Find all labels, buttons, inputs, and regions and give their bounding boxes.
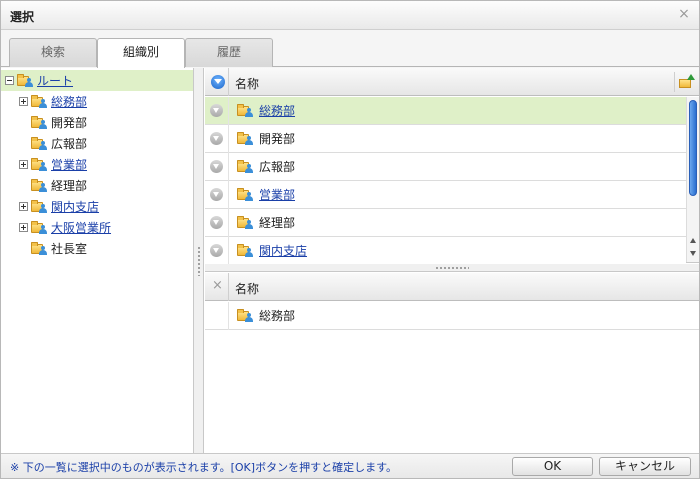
candidate-row-icon-cell — [205, 96, 229, 125]
add-down-icon[interactable] — [210, 244, 223, 257]
tree-item[interactable]: 開発部 — [1, 112, 193, 133]
scroll-thumb[interactable] — [689, 100, 697, 196]
candidate-scrollbar[interactable] — [686, 97, 699, 262]
selected-row[interactable]: 総務部 — [205, 301, 699, 330]
tree-item-label[interactable]: 大阪営業所 — [51, 219, 111, 236]
expand-icon[interactable] — [19, 223, 28, 232]
ok-button[interactable]: OK — [512, 457, 593, 476]
close-icon[interactable]: × — [677, 7, 691, 21]
candidate-row-icon-cell — [205, 124, 229, 153]
collapse-icon[interactable] — [5, 76, 14, 85]
org-folder-icon — [31, 241, 49, 256]
org-folder-icon — [237, 308, 255, 323]
add-down-icon[interactable] — [210, 160, 223, 173]
candidate-row-icon-cell — [205, 236, 229, 265]
org-folder-icon — [31, 115, 49, 130]
tree-item[interactable]: 大阪営業所 — [1, 217, 193, 238]
splitter-grip — [197, 246, 201, 276]
expand-icon[interactable] — [19, 97, 28, 106]
expand-icon[interactable] — [19, 160, 28, 169]
tree-item[interactable]: 社長室 — [1, 238, 193, 259]
org-folder-icon — [31, 136, 49, 151]
org-folder-icon — [31, 220, 49, 235]
tree-item[interactable]: ルート — [1, 70, 193, 91]
candidate-row[interactable]: 関内支店 — [205, 236, 686, 265]
candidate-row-label: 経理部 — [259, 216, 296, 230]
header-icon-cell — [205, 68, 229, 96]
org-folder-icon — [237, 159, 255, 174]
org-folder-icon — [237, 131, 255, 146]
candidate-row-label[interactable]: 総務部 — [259, 102, 295, 119]
add-down-icon[interactable] — [210, 104, 223, 117]
header-icon-cell: × — [205, 273, 229, 301]
candidate-row-icon-cell — [205, 180, 229, 209]
title-bar: 選択 × — [1, 1, 699, 30]
org-folder-icon — [237, 243, 255, 258]
tree-item-label: 広報部 — [51, 137, 88, 151]
scroll-down-icon[interactable] — [690, 251, 696, 256]
add-down-icon[interactable] — [210, 216, 223, 229]
vertical-splitter[interactable] — [194, 68, 204, 453]
candidate-row-label[interactable]: 関内支店 — [259, 242, 307, 259]
candidate-row-icon-cell — [205, 152, 229, 181]
candidate-row-label: 広報部 — [259, 160, 296, 174]
content-area: ルート 総務部 開発部 広報部 営業部 経理部 関内支店 大阪営業所 社長室 名称 総務部 開発部… — [1, 68, 699, 453]
footer: ※ 下の一覧に選択中のものが表示されます。[OK]ボタンを押すと確定します。 O… — [1, 453, 699, 478]
org-folder-icon — [237, 103, 255, 118]
tab-search[interactable]: 検索 — [9, 38, 97, 67]
tree-item-label[interactable]: 営業部 — [51, 156, 87, 173]
expand-icon[interactable] — [19, 202, 28, 211]
scroll-up-icon[interactable] — [690, 238, 696, 243]
selected-grid: × 名称 総務部 — [205, 273, 699, 453]
tree-item[interactable]: 総務部 — [1, 91, 193, 112]
dialog-title: 選択 — [10, 10, 35, 24]
footer-note: ※ 下の一覧に選択中のものが表示されます。[OK]ボタンを押すと確定します。 — [10, 461, 397, 474]
tree-item[interactable]: 関内支店 — [1, 196, 193, 217]
candidate-row[interactable]: 広報部 — [205, 152, 686, 181]
tree-item-label[interactable]: 総務部 — [51, 93, 87, 110]
tree-item-label[interactable]: ルート — [37, 72, 73, 89]
candidate-row[interactable]: 経理部 — [205, 208, 686, 237]
candidate-grid-header: 名称 — [205, 68, 699, 96]
selected-row-label: 総務部 — [259, 309, 296, 323]
tree-item-label: 経理部 — [51, 179, 88, 193]
org-folder-icon — [31, 94, 49, 109]
org-folder-icon — [237, 215, 255, 230]
tab-history[interactable]: 履歴 — [185, 38, 273, 67]
candidate-row[interactable]: 開発部 — [205, 124, 686, 153]
select-dialog: 選択 × 検索 組織別 履歴 ルート 総務部 開発部 広報部 営業部 経理部 関内支店 大阪営… — [0, 0, 700, 479]
selected-row-icon-cell — [205, 301, 229, 330]
cancel-button[interactable]: キャンセル — [599, 457, 691, 476]
candidate-row-label: 開発部 — [259, 132, 296, 146]
horizontal-splitter[interactable] — [205, 264, 699, 272]
tree-item[interactable]: 広報部 — [1, 133, 193, 154]
tree-item[interactable]: 営業部 — [1, 154, 193, 175]
candidate-row-icon-cell — [205, 208, 229, 237]
remove-all-icon[interactable]: × — [212, 279, 223, 292]
tree-item-label: 社長室 — [51, 242, 88, 256]
tab-organization[interactable]: 組織別 — [97, 38, 185, 68]
add-down-icon[interactable] — [210, 188, 223, 201]
org-folder-icon — [31, 178, 49, 193]
tree-item-label: 開発部 — [51, 116, 88, 130]
org-folder-icon — [31, 199, 49, 214]
tree-item-label[interactable]: 関内支店 — [51, 198, 99, 215]
org-folder-icon — [237, 187, 255, 202]
candidate-row[interactable]: 総務部 — [205, 96, 686, 125]
selected-header-name: 名称 — [235, 282, 260, 296]
candidate-grid: 名称 総務部開発部広報部営業部経理部関内支店 — [205, 68, 699, 265]
candidate-row-label[interactable]: 営業部 — [259, 186, 295, 203]
candidate-row[interactable]: 営業部 — [205, 180, 686, 209]
hsplit-grip — [435, 266, 469, 270]
candidate-header-name: 名称 — [235, 77, 260, 91]
tab-bar: 検索 組織別 履歴 — [1, 31, 699, 68]
add-all-icon[interactable] — [211, 75, 225, 89]
org-folder-icon — [17, 73, 35, 88]
add-down-icon[interactable] — [210, 132, 223, 145]
org-folder-icon — [31, 157, 49, 172]
parent-folder-icon[interactable] — [674, 72, 696, 92]
selected-grid-header: × 名称 — [205, 273, 699, 301]
organization-tree: ルート総務部開発部広報部営業部経理部関内支店大阪営業所社長室 — [1, 68, 194, 453]
tree-item[interactable]: 経理部 — [1, 175, 193, 196]
